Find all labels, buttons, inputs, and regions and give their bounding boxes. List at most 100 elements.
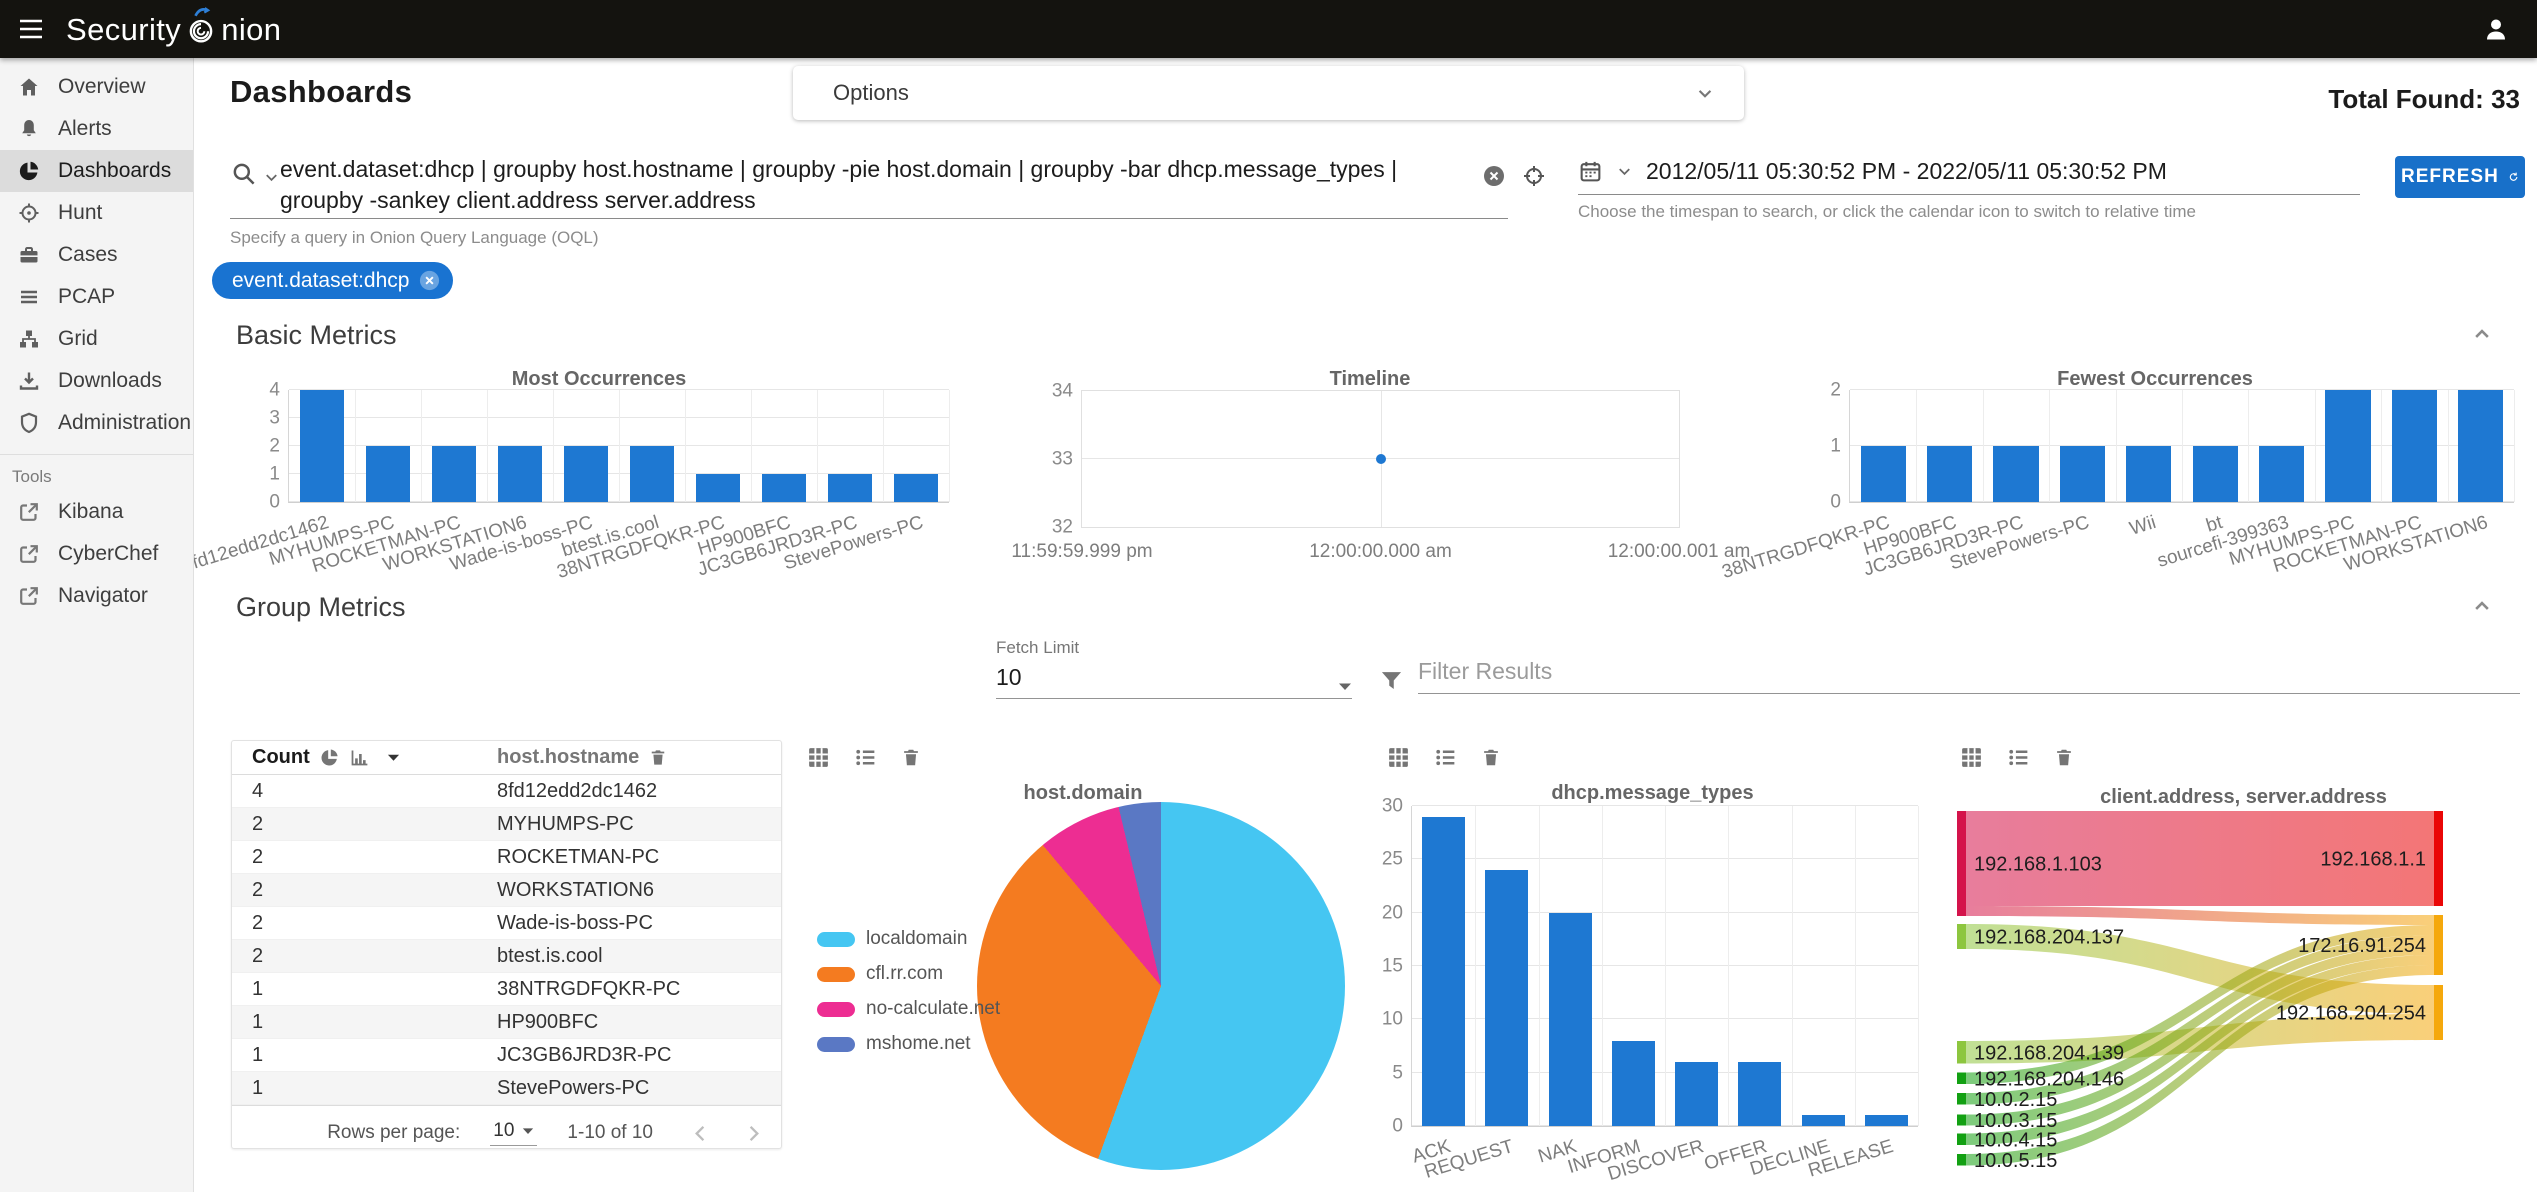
table-row[interactable]: 1 JC3GB6JRD3R-PC bbox=[232, 1039, 781, 1072]
table-row[interactable]: 2 WORKSTATION6 bbox=[232, 874, 781, 907]
table-row[interactable]: 2 btest.is.cool bbox=[232, 940, 781, 973]
calendar-icon[interactable] bbox=[1578, 159, 1603, 184]
options-panel[interactable]: Options bbox=[793, 66, 1744, 120]
bar-HP900BFC[interactable] bbox=[1927, 446, 1973, 502]
bar-8fd12edd2dc1462[interactable] bbox=[299, 390, 345, 502]
table-view-icon[interactable] bbox=[1959, 745, 1984, 770]
bar-ACK[interactable] bbox=[1422, 816, 1466, 1126]
bar-JC3GB6JRD3R-PC[interactable] bbox=[1993, 446, 2039, 502]
sankey-diagram[interactable]: 192.168.1.103 192.168.204.137 192.168.204.… bbox=[1955, 798, 2445, 1190]
sankey-link-192.168.1.103-to-172.16.91.254[interactable] bbox=[1966, 906, 2434, 925]
list-view-icon[interactable] bbox=[2006, 745, 2031, 770]
table-view-icon[interactable] bbox=[806, 745, 831, 770]
table-row[interactable]: 1 HP900BFC bbox=[232, 1006, 781, 1039]
bar-RELEASE[interactable] bbox=[1864, 1115, 1908, 1126]
sankey-node-10.0.5.15[interactable] bbox=[1957, 1154, 1966, 1166]
bar-toggle-icon[interactable] bbox=[349, 747, 370, 768]
sankey-node-192.168.204.254[interactable] bbox=[2434, 985, 2443, 1040]
bar-DISCOVER[interactable] bbox=[1675, 1062, 1719, 1126]
user-account-icon[interactable] bbox=[2481, 15, 2511, 43]
table-row[interactable]: 4 8fd12edd2dc1462 bbox=[232, 775, 781, 808]
sidebar-item-cases[interactable]: Cases bbox=[0, 234, 193, 276]
table-row[interactable]: 2 MYHUMPS-PC bbox=[232, 808, 781, 841]
search-icon[interactable] bbox=[230, 160, 257, 187]
sidebar-tool-navigator[interactable]: Navigator bbox=[0, 575, 193, 617]
next-page-icon[interactable] bbox=[742, 1122, 765, 1145]
sankey-node-192.168.204.146[interactable] bbox=[1957, 1072, 1966, 1085]
legend-item-cfl.rr.com[interactable]: cfl.rr.com bbox=[817, 963, 1000, 985]
sidebar-tool-cyberchef[interactable]: CyberChef bbox=[0, 533, 193, 575]
bar-WORKSTATION6[interactable] bbox=[2458, 390, 2504, 502]
bar-ROCKETMAN-PC[interactable] bbox=[2391, 390, 2437, 502]
trash-icon[interactable] bbox=[648, 747, 668, 768]
sidebar-item-dashboards[interactable]: Dashboards bbox=[0, 150, 193, 192]
bar-MYHUMPS-PC[interactable] bbox=[2325, 390, 2371, 502]
list-view-icon[interactable] bbox=[1433, 745, 1458, 770]
timeline-point[interactable] bbox=[1375, 454, 1386, 464]
sidebar-item-overview[interactable]: Overview bbox=[0, 66, 193, 108]
bar-REQUEST[interactable] bbox=[1485, 870, 1529, 1126]
sankey-node-192.168.204.137[interactable] bbox=[1957, 924, 1966, 949]
query-history-chevron-icon[interactable] bbox=[262, 168, 281, 187]
column-header-count[interactable]: Count bbox=[252, 746, 310, 769]
sidebar-item-pcap[interactable]: PCAP bbox=[0, 276, 193, 318]
trash-icon[interactable] bbox=[900, 745, 922, 770]
bar-sourcefi-399363[interactable] bbox=[2259, 446, 2305, 502]
sidebar-item-hunt[interactable]: Hunt bbox=[0, 192, 193, 234]
bar-38NTRGDFQKR-PC[interactable] bbox=[1860, 446, 1906, 502]
sidebar-item-grid[interactable]: Grid bbox=[0, 318, 193, 360]
table-row[interactable]: 2 ROCKETMAN-PC bbox=[232, 841, 781, 874]
bar-WORKSTATION6[interactable] bbox=[497, 446, 543, 502]
sort-desc-icon[interactable] bbox=[387, 753, 400, 762]
clear-query-icon[interactable] bbox=[1482, 164, 1506, 188]
sankey-node-10.0.4.15[interactable] bbox=[1957, 1133, 1966, 1146]
pie-toggle-icon[interactable] bbox=[319, 747, 340, 768]
refresh-button[interactable]: REFRESH bbox=[2395, 156, 2525, 198]
bar-bt[interactable] bbox=[2192, 446, 2238, 502]
bar-DECLINE[interactable] bbox=[1801, 1115, 1845, 1126]
menu-icon[interactable] bbox=[18, 18, 44, 40]
bar-StevePowers-PC[interactable] bbox=[2059, 446, 2105, 502]
trash-icon[interactable] bbox=[1480, 745, 1502, 770]
list-view-icon[interactable] bbox=[853, 745, 878, 770]
sidebar-tool-kibana[interactable]: Kibana bbox=[0, 491, 193, 533]
bar-JC3GB6JRD3R-PC[interactable] bbox=[827, 474, 873, 502]
rows-per-page-select[interactable]: 10 bbox=[490, 1120, 538, 1146]
chip-close-icon[interactable] bbox=[418, 269, 441, 292]
group-metrics-collapse-icon[interactable] bbox=[2468, 592, 2496, 620]
sidebar-item-alerts[interactable]: Alerts bbox=[0, 108, 193, 150]
timespan-chevron-icon[interactable] bbox=[1615, 162, 1634, 181]
legend-item-mshome.net[interactable]: mshome.net bbox=[817, 1033, 1000, 1055]
timespan-value[interactable]: 2012/05/11 05:30:52 PM - 2022/05/11 05:3… bbox=[1646, 158, 2167, 185]
trash-icon[interactable] bbox=[2053, 745, 2075, 770]
bar-Wade-is-boss-PC[interactable] bbox=[563, 446, 609, 502]
table-row[interactable]: 1 StevePowers-PC bbox=[232, 1072, 781, 1105]
previous-page-icon[interactable] bbox=[689, 1122, 712, 1145]
sankey-node-10.0.3.15[interactable] bbox=[1957, 1114, 1966, 1126]
bar-MYHUMPS-PC[interactable] bbox=[365, 446, 411, 502]
bar-NAK[interactable] bbox=[1548, 912, 1592, 1126]
filter-chip[interactable]: event.dataset:dhcp bbox=[212, 262, 454, 299]
fetch-limit-select[interactable]: 10 bbox=[996, 664, 1352, 699]
bar-38NTRGDFQKR-PC[interactable] bbox=[695, 474, 741, 502]
table-row[interactable]: 2 Wade-is-boss-PC bbox=[232, 907, 781, 940]
bar-StevePowers-PC[interactable] bbox=[893, 474, 939, 502]
table-row[interactable]: 1 38NTRGDFQKR-PC bbox=[232, 973, 781, 1006]
sankey-node-192.168.1.103[interactable] bbox=[1957, 811, 1966, 916]
bar-HP900BFC[interactable] bbox=[761, 474, 807, 502]
bar-ROCKETMAN-PC[interactable] bbox=[431, 446, 477, 502]
sankey-node-192.168.1.1[interactable] bbox=[2434, 811, 2443, 906]
table-view-icon[interactable] bbox=[1386, 745, 1411, 770]
sidebar-item-administration[interactable]: Administration bbox=[0, 402, 193, 444]
sidebar-item-downloads[interactable]: Downloads bbox=[0, 360, 193, 402]
query-input[interactable]: event.dataset:dhcp | groupby host.hostna… bbox=[280, 154, 1455, 216]
column-header-hostname[interactable]: host.hostname bbox=[497, 746, 639, 769]
bar-OFFER[interactable] bbox=[1738, 1062, 1782, 1126]
legend-item-no-calculate.net[interactable]: no-calculate.net bbox=[817, 998, 1000, 1020]
sankey-node-10.0.2.15[interactable] bbox=[1957, 1093, 1966, 1105]
sankey-node-192.168.204.139[interactable] bbox=[1957, 1041, 1966, 1064]
host-domain-pie[interactable] bbox=[977, 802, 1345, 1170]
bar-Wii[interactable] bbox=[2126, 446, 2172, 502]
filter-results-input[interactable]: Filter Results bbox=[1418, 658, 2520, 694]
basic-metrics-collapse-icon[interactable] bbox=[2468, 320, 2496, 348]
